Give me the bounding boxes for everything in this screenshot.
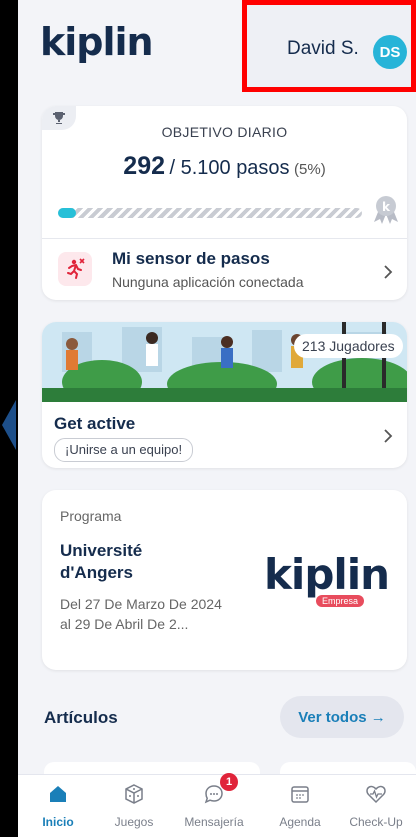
tab-mensajeria[interactable]: 1 Mensajería	[174, 773, 254, 837]
steps-target: / 5.100 pasos	[169, 157, 290, 179]
program-dates: Del 27 De Marzo De 2024 al 29 De Abril D…	[60, 596, 222, 632]
tab-label: Inicio	[42, 815, 74, 829]
tab-label: Mensajería	[184, 815, 244, 829]
bottom-tab-bar: Inicio Juegos 1 Mensajería Agenda Check-…	[18, 773, 416, 837]
home-icon	[50, 786, 66, 802]
get-active-card[interactable]: 213 Jugadores Get active ¡Unirse a un eq…	[42, 322, 407, 468]
left-edge-chevron-icon	[2, 400, 16, 450]
unread-badge: 1	[220, 773, 238, 791]
steps-percent: (5%)	[294, 161, 326, 178]
tab-juegos[interactable]: Juegos	[94, 775, 174, 837]
get-active-title: Get active	[54, 414, 136, 433]
daily-goal-card[interactable]: OBJETIVO DIARIO 292 / 5.100 pasos (5%) k…	[42, 106, 407, 300]
svg-text:k: k	[382, 200, 391, 214]
daily-goal-steps: 292 / 5.100 pasos (5%)	[42, 152, 407, 181]
steps-value: 292	[123, 152, 166, 180]
empresa-tag: Empresa	[316, 595, 365, 607]
tab-check-up[interactable]: Check-Up	[336, 775, 416, 837]
players-count-badge: 213 Jugadores	[294, 334, 403, 358]
user-name: David S.	[287, 38, 359, 59]
chevron-right-icon[interactable]	[382, 428, 394, 444]
kiplin-logo: kiplin	[40, 20, 154, 64]
divider	[42, 238, 407, 239]
articles-title: Artículos	[44, 708, 118, 727]
program-card[interactable]: Programa Université d'Angers Del 27 De M…	[42, 490, 407, 670]
heart-pulse-icon	[366, 785, 386, 804]
daily-goal-title: OBJETIVO DIARIO	[161, 124, 288, 140]
tab-label: Check-Up	[349, 815, 403, 829]
header: kiplin David S. DS	[18, 0, 416, 92]
program-kiplin-logo: kiplin	[264, 550, 390, 599]
tab-label: Agenda	[279, 815, 321, 829]
app-screen: kiplin David S. DS OBJETIVO DIARIO 292 /…	[18, 0, 416, 837]
steps-progress-fill	[58, 208, 77, 218]
calendar-icon	[291, 786, 309, 803]
medal-icon: k	[374, 196, 398, 224]
program-name: Université d'Angers	[60, 541, 143, 582]
running-person-icon	[58, 252, 92, 286]
sensor-title: Mi sensor de pasos	[112, 249, 270, 268]
program-label: Programa	[60, 508, 122, 524]
join-team-button[interactable]: ¡Unirse a un equipo!	[54, 438, 194, 462]
tab-label: Juegos	[114, 815, 154, 829]
see-all-articles-button[interactable]: Ver todos →	[280, 696, 404, 738]
tab-agenda[interactable]: Agenda	[260, 775, 340, 837]
user-profile-button[interactable]: David S. DS	[242, 0, 416, 92]
avatar: DS	[373, 35, 407, 69]
steps-progress-bar	[58, 208, 362, 218]
tab-inicio[interactable]: Inicio	[18, 775, 98, 837]
dice-icon	[125, 784, 143, 804]
chevron-right-icon[interactable]	[382, 264, 394, 280]
sensor-subtitle: Nunguna aplicación conectada	[112, 274, 304, 290]
